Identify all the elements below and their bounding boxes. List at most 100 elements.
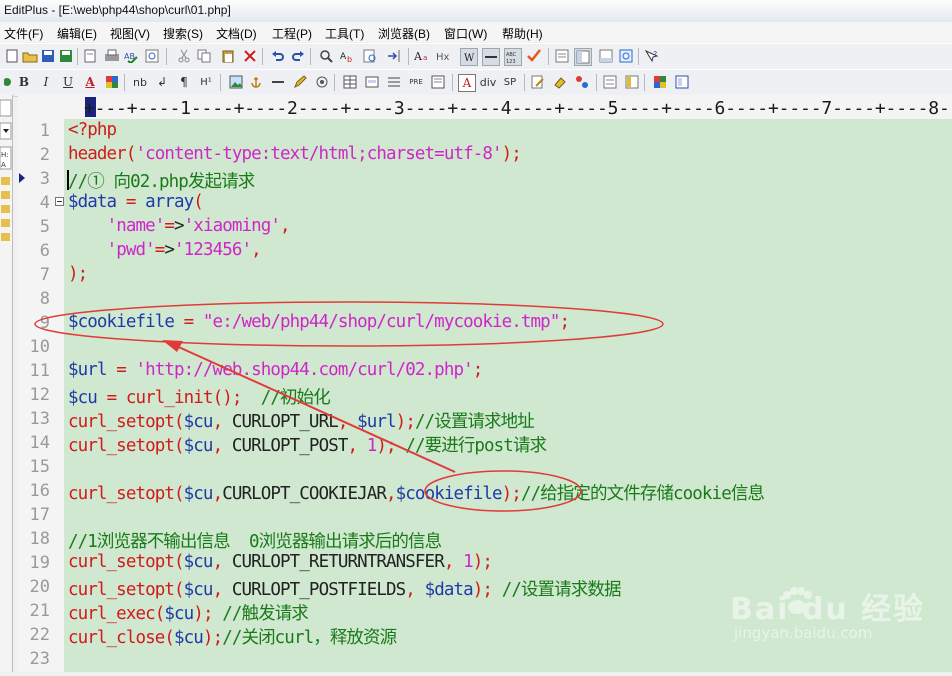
fullscreen-icon[interactable] [674,74,690,90]
code-line[interactable]: curl_setopt($cu, CURLOPT_POST, 1); //要进行… [68,432,547,457]
nbsp-button[interactable]: nb [132,74,148,90]
code-line[interactable]: $url = 'http://web.shop44.com/curl/02.ph… [68,360,483,380]
delete-icon[interactable] [242,48,258,64]
italic-button[interactable]: I [38,74,54,90]
edit-pen-icon[interactable] [292,74,308,90]
div-button[interactable]: div [480,74,497,90]
find-icon[interactable] [318,48,334,64]
clear-format-icon[interactable] [552,74,568,90]
menu-browser[interactable]: 浏览器(B) [378,25,430,42]
hex-viewer-icon[interactable]: Hx [436,48,452,64]
menu-edit[interactable]: 编辑(E) [57,25,97,42]
replace-icon[interactable]: Ab [340,48,356,64]
goto-line-icon[interactable] [386,48,402,64]
directory-panel[interactable]: H: A [0,95,13,672]
ruler-toggle-icon[interactable] [482,48,500,66]
form-icon[interactable] [364,74,380,90]
code-line[interactable]: $cookiefile = "e:/web/php44/shop/curl/my… [68,312,570,332]
new-file-icon[interactable] [4,48,20,64]
menu-view[interactable]: 视图(V) [110,25,150,42]
code-line[interactable]: //1浏览器不输出信息 0浏览器输出请求后的信息 [68,528,442,553]
media-icon[interactable] [314,74,330,90]
table-icon[interactable] [342,74,358,90]
menu-project[interactable]: 工程(P) [272,25,312,42]
line-number: 22 [29,625,50,645]
code-line[interactable]: curl_setopt($cu, CURLOPT_URL, $url);//设置… [68,408,535,433]
menu-document[interactable]: 文档(D) [216,25,257,42]
svg-text:A: A [340,52,347,62]
code-line[interactable]: $cu = curl_init(); //初始化 [68,384,331,409]
font-tag-button[interactable]: A [458,74,476,92]
menu-tools[interactable]: 工具(T) [325,25,364,42]
menu-window[interactable]: 窗口(W) [444,25,487,42]
menu-search[interactable]: 搜索(S) [163,25,203,42]
word-wrap-icon[interactable]: W [460,48,478,66]
pre-button[interactable]: PRE [408,74,424,90]
save-icon[interactable] [40,48,56,64]
main-toolbar: AB Ab Aa Hx W ABC 123 ? [0,43,952,71]
cut-icon[interactable] [176,48,192,64]
code-line[interactable]: ); [68,264,88,284]
font-icon[interactable]: Aa [414,48,430,64]
code-line[interactable]: curl_setopt($cu, CURLOPT_POSTFIELDS, $da… [68,576,621,601]
redo-icon[interactable] [290,48,306,64]
save-all-icon[interactable] [58,48,74,64]
code-line[interactable]: 'name'=>'xiaoming', [68,216,291,236]
output-window-icon[interactable] [598,48,614,64]
font-color-button[interactable]: A [82,74,98,90]
line-number: 7 [39,265,50,285]
code-line[interactable]: curl_setopt($cu,CURLOPT_COOKIEJAR,$cooki… [68,480,765,505]
code-line[interactable]: curl_exec($cu); //触发请求 [68,600,309,625]
list-icon[interactable] [386,74,402,90]
tidy-icon[interactable] [574,74,590,90]
directory-icon[interactable] [574,48,592,66]
code-line[interactable]: header('content-type:text/html;charset=u… [68,144,522,164]
edit-tag-icon[interactable] [530,74,546,90]
code-line[interactable]: curl_close($cu);//关闭curl，释放资源 [68,624,397,649]
menu-help[interactable]: 帮助(H) [502,25,543,42]
open-folder-icon[interactable] [22,48,38,64]
br-button[interactable]: ↲ [154,74,170,90]
print-preview-icon[interactable] [82,48,98,64]
fold-toggle-icon[interactable] [55,197,65,207]
find-files-icon[interactable] [144,48,160,64]
color-picker-icon[interactable] [652,74,668,90]
span-button[interactable]: SP [502,74,518,90]
find-in-files-icon[interactable] [362,48,378,64]
cliptext-icon[interactable] [554,48,570,64]
undo-icon[interactable] [270,48,286,64]
bold-button[interactable]: B [16,74,32,90]
window-list-icon[interactable] [602,74,618,90]
color-palette-icon[interactable] [104,74,120,90]
paragraph-button[interactable]: ¶ [176,74,192,90]
underline-button[interactable]: U [60,74,76,90]
split-window-icon[interactable] [624,74,640,90]
menu-file[interactable]: 文件(F) [4,25,43,42]
code-line[interactable]: //① 向02.php发起请求 [68,168,255,193]
line-number: 16 [29,481,50,501]
code-line[interactable]: 'pwd'=>'123456', [68,240,262,260]
line-number-icon[interactable]: ABC 123 [504,48,522,66]
heading-button[interactable]: H¹ [198,74,214,90]
line-number: 11 [29,361,50,381]
line-number: 10 [29,337,50,357]
help-icon[interactable]: ? [644,48,660,64]
check-icon[interactable] [526,48,542,64]
anchor-icon[interactable] [248,74,264,90]
line-number: 23 [29,649,50,669]
image-icon[interactable] [228,74,244,90]
copy-icon[interactable] [196,48,212,64]
code-line[interactable]: curl_setopt($cu, CURLOPT_RETURNTRANSFER,… [68,552,493,572]
hr-icon[interactable] [270,74,286,90]
line-number: 8 [39,289,50,309]
current-line-marker-icon [19,173,25,183]
spellcheck-icon[interactable]: AB [124,48,140,64]
textarea-icon[interactable] [430,74,446,90]
browser-icon[interactable] [618,48,634,64]
print-icon[interactable] [104,48,120,64]
code-line[interactable]: <?php [68,120,117,140]
html-color-icon[interactable] [0,74,16,90]
line-number: 18 [29,529,50,549]
paste-icon[interactable] [220,48,236,64]
code-line[interactable]: $data = array( [68,192,204,212]
